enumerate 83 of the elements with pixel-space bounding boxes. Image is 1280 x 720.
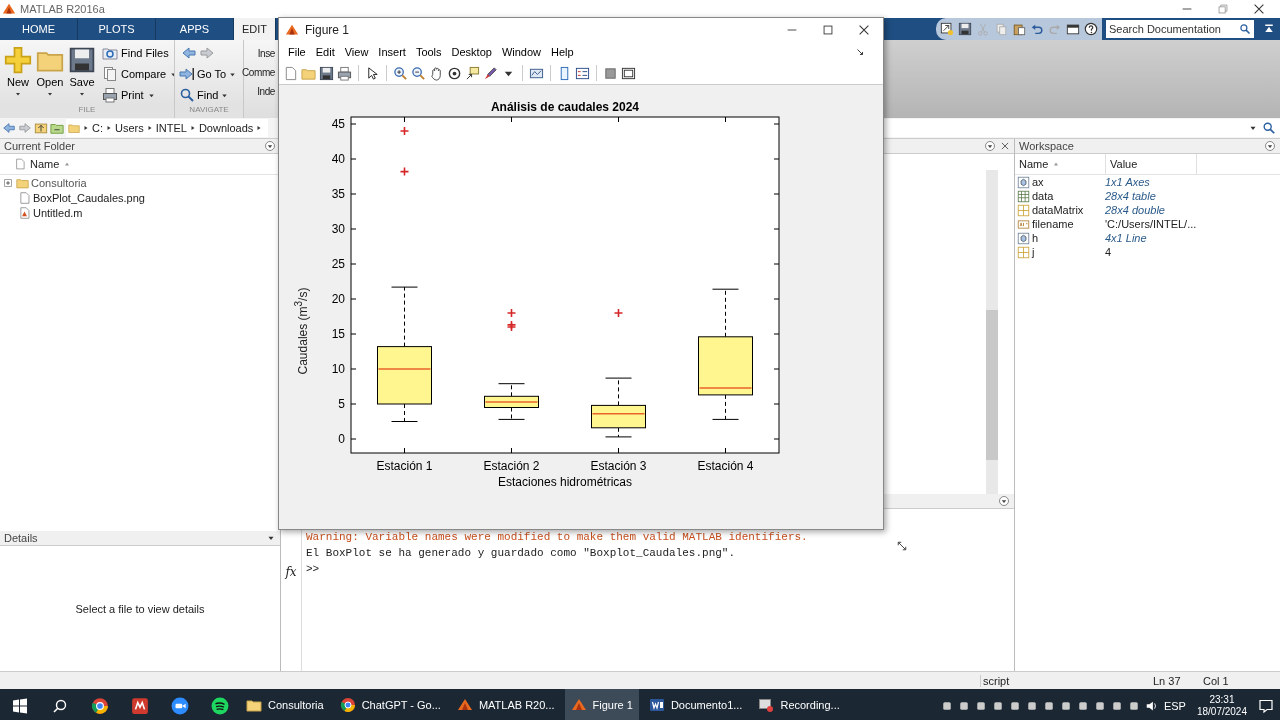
panel-title: Current Folder [4, 140, 75, 152]
variable-name[interactable]: dataMatrix [1032, 204, 1084, 216]
toolbar-button[interactable]: Open [36, 44, 64, 105]
toolbar-button[interactable]: Inse [257, 48, 275, 59]
path-segment[interactable]: C: [92, 122, 103, 134]
tick-label: 40 [331, 152, 345, 166]
toolbar-button[interactable]: Print [100, 86, 174, 104]
toolbar-button[interactable]: Go To [179, 65, 238, 83]
column-header[interactable]: Name [30, 158, 60, 170]
variable-value: 4x1 Line [1104, 232, 1147, 244]
tick-label: Estación 4 [697, 459, 754, 473]
path-segment[interactable]: Users [115, 122, 144, 134]
column-header[interactable]: Name [1019, 158, 1049, 170]
tick-label: 45 [331, 117, 345, 131]
variable-name[interactable]: filename [1032, 218, 1074, 230]
menu-item[interactable]: Tools [410, 45, 447, 58]
directory-entry[interactable]: Untitled.m [33, 206, 83, 219]
ribbon-tab[interactable]: EDIT [234, 18, 276, 40]
menu-item[interactable]: Insert [373, 45, 411, 58]
toolbar-button[interactable]: Comme [242, 67, 275, 78]
column-number: Col 1 [1203, 674, 1230, 687]
taskbar-app[interactable]: MATLAB R20... [450, 689, 561, 720]
variable-name[interactable]: data [1032, 190, 1054, 202]
variable-value: 4 [1104, 246, 1112, 258]
tick-label: 0 [338, 432, 345, 446]
chart-title: Análisis de caudales 2024 [490, 100, 640, 114]
axis-label: Estaciones hidrométricas [497, 475, 633, 489]
search-field[interactable]: Search Documentation [1106, 20, 1236, 38]
tick-label: 10 [331, 362, 345, 376]
toolbar-button[interactable]: Save [68, 44, 96, 105]
taskbar-app[interactable]: Documento1... [642, 689, 749, 720]
output-line: El BoxPlot se ha generado y guardado como "Boxplot_Caudales.png". [306, 547, 737, 560]
tick-label: Estación 3 [590, 459, 647, 473]
tick-label: Estación 1 [376, 459, 433, 473]
variable-name[interactable]: h [1032, 232, 1039, 244]
toolbar-button[interactable]: Inde [257, 86, 275, 97]
toolbar-button[interactable]: Find Files [100, 44, 174, 62]
toolbar-button[interactable]: Compare [100, 65, 174, 83]
taskbar-app[interactable]: Consultoria [240, 689, 330, 720]
directory-entry[interactable]: Consultoria [31, 176, 87, 189]
directory-entry[interactable]: BoxPlot_Caudales.png [33, 191, 145, 204]
section-label: NAVIGATE [175, 105, 243, 118]
toolbar-button[interactable]: New [4, 44, 32, 105]
variable-value: 28x4 double [1104, 204, 1165, 216]
menu-item[interactable]: Desktop [446, 45, 497, 58]
taskbar-app[interactable]: Recording... [752, 689, 846, 720]
tick-label: 30 [331, 222, 345, 236]
variable-value: 28x4 table [1104, 190, 1156, 202]
panel-title: Workspace [1019, 140, 1074, 152]
clock[interactable]: 23:31 18/07/2024 [1190, 693, 1253, 718]
variable-value: 1x1 Axes [1104, 176, 1150, 188]
command-prompt[interactable]: >> [306, 563, 808, 576]
path-segment[interactable]: INTEL [155, 122, 187, 134]
window-title: Figure 1 [305, 22, 350, 37]
warning-line: Warning: Variable names were modified to make them valid MATLAB identifiers. [306, 531, 808, 544]
menu-item[interactable]: Window [496, 45, 547, 58]
tick-label: 15 [331, 327, 345, 341]
tick-label: 20 [331, 292, 345, 306]
variable-name[interactable]: ax [1032, 176, 1044, 188]
language-indicator[interactable]: ESP [1163, 699, 1186, 712]
menu-item[interactable]: View [339, 45, 374, 58]
taskbar-app[interactable]: ChatGPT - Go... [333, 689, 447, 720]
variable-value: 'C:/Users/INTEL/... [1104, 218, 1197, 230]
path-segment[interactable]: Downloads [198, 122, 254, 134]
panel-title: Details [4, 532, 38, 544]
menu-item[interactable]: Help [546, 45, 579, 58]
menu-item[interactable]: File [283, 45, 311, 58]
tick-label: 35 [331, 187, 345, 201]
menu-item[interactable]: Edit [310, 45, 340, 58]
tick-label: 25 [331, 257, 345, 271]
address-bar[interactable]: C: Users INTEL Downloads [66, 119, 268, 137]
toolbar-button[interactable]: Find [179, 86, 238, 104]
taskbar-app[interactable]: Figure 1 [564, 689, 639, 720]
variable-name[interactable]: j [1032, 246, 1035, 258]
status-mode: script [980, 674, 1153, 687]
function-button[interactable]: fx [285, 565, 297, 579]
tick-label: 5 [338, 397, 345, 411]
tick-label: Estación 2 [483, 459, 540, 473]
line-number: Ln 37 [1153, 674, 1182, 687]
column-header[interactable]: Value [1110, 158, 1138, 170]
window-title: MATLAB R2016a [20, 3, 105, 15]
section-label: FILE [0, 105, 174, 118]
details-message: Select a file to view details [75, 602, 205, 615]
